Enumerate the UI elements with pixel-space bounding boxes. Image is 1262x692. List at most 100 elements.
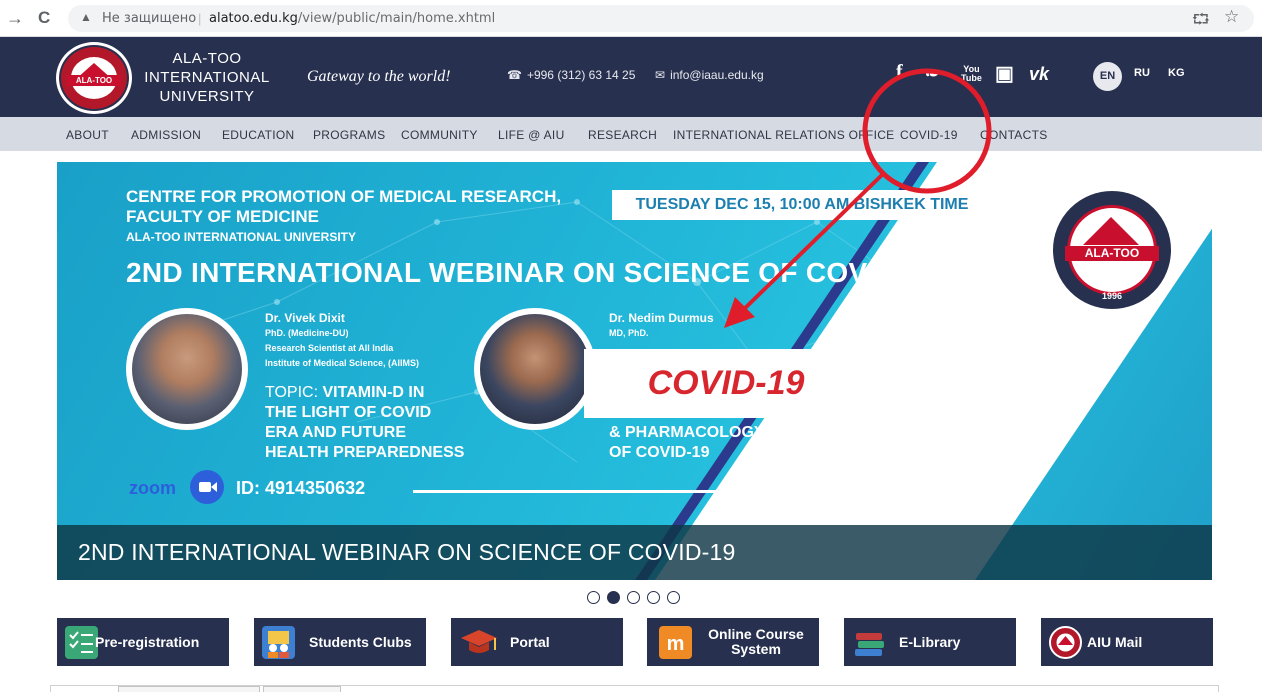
speaker2-topic-line1: & PHARMACOLOGY — [609, 424, 765, 441]
moderator2-role: PhD. (Director, CPMR) — [873, 370, 1010, 385]
nav-programs[interactable]: PROGRAMS — [313, 128, 385, 142]
books-icon — [852, 626, 885, 659]
nav-contacts[interactable]: CONTACTS — [980, 128, 1048, 142]
zoom-camera-icon — [190, 470, 224, 504]
not-secure-warning-icon[interactable]: ▲ — [80, 10, 92, 24]
zoom-meeting-id: ID: 4914350632 — [236, 478, 366, 498]
carousel-dot-5[interactable] — [667, 591, 680, 604]
quick-link-label: Online Course System — [708, 626, 804, 657]
lang-kg-button[interactable]: KG — [1168, 67, 1185, 79]
banner-organizer-line2: FACULTY OF MEDICINE — [126, 207, 319, 226]
university-logo[interactable]: ALA-TOO 1996 — [56, 42, 132, 114]
speaker2-name: Dr. Nedim Durmus — [609, 311, 714, 325]
university-name[interactable]: ALA-TOO INTERNATIONAL UNIVERSITY — [138, 49, 276, 106]
banner-title: 2ND INTERNATIONAL WEBINAR ON SCIENCE OF … — [126, 257, 938, 288]
tagline: Gateway to the world! — [307, 68, 451, 85]
carousel-dot-4[interactable] — [647, 591, 660, 604]
content-tab-2[interactable] — [263, 686, 341, 692]
logo-ribbon: ALA-TOO — [67, 75, 121, 86]
moodle-icon: m — [659, 626, 692, 659]
facebook-icon[interactable]: f — [896, 61, 903, 84]
email-contact[interactable]: ✉ info@iaau.edu.kg — [655, 68, 764, 82]
moderator1: Haider Ali (Research Scholar) — [873, 332, 1056, 347]
speaker2-photo — [474, 308, 596, 430]
moderators-block: Moderated by: Haider Ali (Research Schol… — [873, 311, 1056, 473]
reload-icon[interactable]: C — [38, 8, 50, 28]
welcome-role: (Dean, Faculty of Medicine) — [873, 456, 1042, 471]
topic-line3: ERA AND FUTURE — [265, 424, 407, 441]
quick-link-pre-registration[interactable]: Pre-registration — [57, 618, 229, 666]
nav-education[interactable]: EDUCATION — [222, 128, 294, 142]
topic-label: TOPIC: — [265, 384, 323, 401]
main-navigation: ABOUT ADMISSION EDUCATION PROGRAMS COMMU… — [0, 117, 1262, 151]
phone-number: +996 (312) 63 14 25 — [526, 68, 636, 82]
quick-link-students-clubs[interactable]: Students Clubs — [254, 618, 426, 666]
students-icon — [262, 626, 295, 659]
university-name-line2: INTERNATIONAL — [144, 69, 270, 86]
quick-link-e-library[interactable]: E-Library — [844, 618, 1016, 666]
quick-link-label: E-Library — [899, 633, 961, 650]
university-name-line1: ALA-TOO — [172, 50, 242, 67]
speaker1-photo — [126, 308, 248, 430]
topic-line2: THE LIGHT OF COVID — [265, 404, 432, 421]
bookmark-star-icon[interactable]: ☆ — [1224, 7, 1239, 27]
lang-en-button[interactable]: EN — [1093, 62, 1122, 91]
quick-link-label: Portal — [510, 633, 550, 650]
quick-link-online-course-system[interactable]: m Online Course System — [647, 618, 819, 666]
speaker2-face — [480, 314, 590, 424]
not-secure-label[interactable]: Не защищено — [102, 11, 196, 26]
speaker2-topic: & PHARMACOLOGY OF COVID-19 — [609, 423, 765, 463]
address-bar[interactable]: ▲ Не защищено | alatoo.edu.kg/view/publi… — [68, 5, 1254, 32]
url-text[interactable]: alatoo.edu.kg/view/public/main/home.xhtm… — [209, 11, 495, 26]
seal-year: 1996 — [1101, 291, 1123, 301]
nav-international-relations[interactable]: INTERNATIONAL RELATIONS OFFICE — [673, 128, 894, 142]
zoom-logo: zoom — [129, 478, 176, 498]
url-path: /view/public/main/home.xhtml — [297, 11, 496, 26]
topic-line4: HEALTH PREPAREDNESS — [265, 444, 465, 461]
forward-arrow-icon[interactable]: → — [6, 8, 24, 29]
translate-icon[interactable]: ⮔ — [1192, 9, 1210, 34]
carousel-dot-1[interactable] — [587, 591, 600, 604]
carousel-dot-3[interactable] — [627, 591, 640, 604]
carousel-dot-2[interactable] — [607, 591, 620, 604]
graduation-cap-icon — [459, 626, 497, 659]
moderator2: Dr. Naushad Ahmed Khan, — [873, 351, 1036, 366]
banner-organizer-line1: CENTRE FOR PROMOTION OF MEDICAL RESEARCH… — [126, 187, 562, 206]
university-name-line3: UNIVERSITY — [159, 88, 255, 105]
quick-link-aiu-mail[interactable]: AIU Mail — [1041, 618, 1213, 666]
banner-university: ALA-TOO INTERNATIONAL UNIVERSITY — [126, 230, 357, 244]
nav-research[interactable]: RESEARCH — [588, 128, 657, 142]
instagram-icon[interactable]: ▣ — [995, 61, 1014, 86]
speaker1-info: Dr. Vivek Dixit PhD. (Medicine-DU) Resea… — [265, 311, 419, 371]
lang-ru-button[interactable]: RU — [1134, 67, 1150, 79]
email-address: info@iaau.edu.kg — [670, 68, 764, 82]
speaker2-topic-line2: OF COVID-19 — [609, 444, 710, 461]
twitter-icon[interactable]: ❧ — [925, 64, 939, 84]
covid-callout-label: COVID-19 — [584, 349, 868, 418]
hero-banner-slide[interactable]: CENTRE FOR PROMOTION OF MEDICAL RESEARCH… — [57, 162, 1212, 580]
welcome-speaker: Professor Kenan Gumustekin — [873, 418, 1056, 433]
banner-divider-horizontal — [413, 490, 1028, 493]
phone-contact[interactable]: ☎ +996 (312) 63 14 25 — [507, 68, 635, 82]
seal-ribbon: ALA-TOO — [1065, 246, 1159, 261]
youtube-icon[interactable]: You Tube — [961, 65, 982, 83]
speaker1-role: Research Scientist at All India — [265, 343, 394, 353]
content-tab-1[interactable] — [118, 686, 260, 692]
nav-life-at-aiu[interactable]: LIFE @ AIU — [498, 128, 565, 142]
speaker1-face — [132, 314, 242, 424]
phone-icon: ☎ — [507, 68, 522, 82]
slide-caption[interactable]: 2ND INTERNATIONAL WEBINAR ON SCIENCE OF … — [78, 539, 736, 566]
nav-about[interactable]: ABOUT — [66, 128, 109, 142]
nav-admission[interactable]: ADMISSION — [131, 128, 201, 142]
quick-link-label: AIU Mail — [1087, 633, 1143, 650]
banner-date: TUESDAY DEC 15, 10:00 AM BISHKEK TIME — [612, 190, 992, 220]
nav-covid-19[interactable]: COVID-19 — [900, 128, 958, 142]
site-header: ALA-TOO 1996 ALA-TOO INTERNATIONAL UNIVE… — [0, 37, 1262, 117]
browser-toolbar: → C ▲ Не защищено | alatoo.edu.kg/view/p… — [0, 0, 1262, 37]
quick-link-portal[interactable]: Portal — [451, 618, 623, 666]
nav-community[interactable]: COMMUNITY — [401, 128, 478, 142]
speaker1-name: Dr. Vivek Dixit — [265, 311, 345, 325]
banner-organizer: CENTRE FOR PROMOTION OF MEDICAL RESEARCH… — [126, 187, 561, 227]
vk-icon[interactable]: vk — [1029, 64, 1049, 85]
quick-link-label: Pre-registration — [95, 633, 200, 650]
